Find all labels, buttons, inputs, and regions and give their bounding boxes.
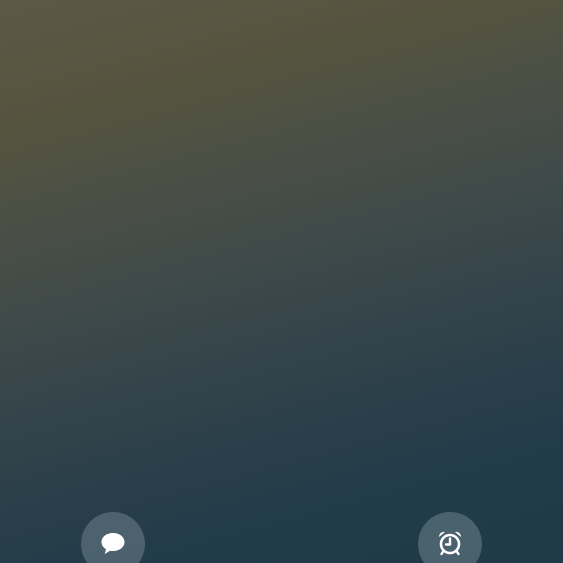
alarm-clock-icon xyxy=(438,531,462,556)
alarm-shortcut-button[interactable] xyxy=(418,512,482,563)
messages-shortcut-button[interactable] xyxy=(81,512,145,563)
lock-screen xyxy=(0,0,563,563)
chat-bubble-icon xyxy=(101,533,125,554)
